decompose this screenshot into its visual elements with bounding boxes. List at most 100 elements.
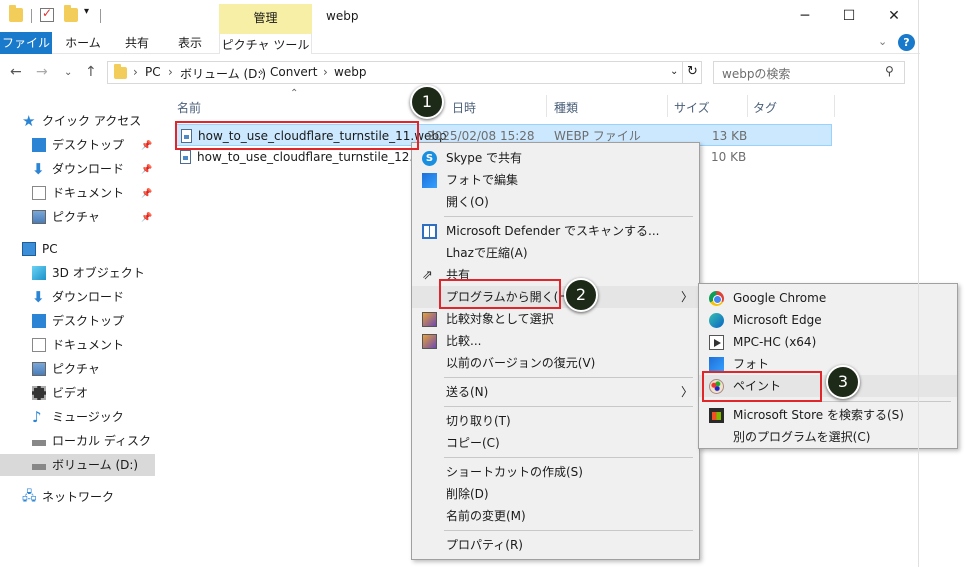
tab-share[interactable]: 共有 xyxy=(114,32,160,54)
help-icon[interactable]: ? xyxy=(898,34,915,51)
menu-item-restore-versions[interactable]: 以前のバージョンの復元(V) xyxy=(412,352,699,374)
search-box[interactable]: webpの検索 ⚲ xyxy=(713,61,905,84)
maximize-icon[interactable]: ☐ xyxy=(839,6,859,26)
webp-file-icon xyxy=(180,150,191,164)
menu-item-lhaz-compress[interactable]: Lhazで圧縮(A) xyxy=(412,242,699,264)
menu-item-cut[interactable]: 切り取り(T) xyxy=(412,410,699,432)
annotation-box xyxy=(439,279,561,309)
search-icon[interactable]: ⚲ xyxy=(885,64,894,78)
nav-quick-downloads[interactable]: ⬇ ダウンロード 📌 xyxy=(0,158,155,180)
context-menu: S Skype で共有 フォトで編集 開く(O) Microsoft Defen… xyxy=(411,142,700,560)
ribbon-tabs: ファイル ホーム 共有 表示 ピクチャ ツール ⌄ xyxy=(0,32,920,54)
menu-item-send-to[interactable]: 送る(N) 〉 xyxy=(412,381,699,403)
tab-file[interactable]: ファイル xyxy=(0,32,52,54)
document-icon xyxy=(32,186,46,200)
music-icon: ♪ xyxy=(32,408,42,426)
column-date[interactable]: 日時 xyxy=(452,99,476,116)
chevron-right-icon[interactable]: › xyxy=(259,65,264,79)
3d-objects-icon xyxy=(32,266,46,280)
new-folder-icon[interactable] xyxy=(64,5,78,22)
pin-icon: 📌 xyxy=(141,189,153,199)
menu-item-edit-photos[interactable]: フォトで編集 xyxy=(412,169,699,191)
menu-item-compare[interactable]: 比較... xyxy=(412,330,699,352)
back-icon[interactable]: ← xyxy=(10,64,22,80)
nav-quick-documents[interactable]: ドキュメント 📌 xyxy=(0,182,155,204)
breadcrumb-volume[interactable]: ボリューム (D:) xyxy=(180,65,266,82)
breadcrumb-webp[interactable]: webp xyxy=(334,65,366,79)
nav-network[interactable]: 🖧 ネットワーク xyxy=(0,486,155,508)
customize-quick-access-icon[interactable]: ▾ xyxy=(84,6,89,17)
pictures-icon xyxy=(32,362,46,376)
address-bar[interactable]: › PC › ボリューム (D:) › Convert › webp ⌄ ↻ xyxy=(107,61,702,84)
menu-item-defender-scan[interactable]: Microsoft Defender でスキャンする... xyxy=(412,220,699,242)
store-icon xyxy=(709,408,724,423)
tab-home[interactable]: ホーム xyxy=(58,32,108,54)
nav-documents[interactable]: ドキュメント xyxy=(0,334,155,356)
expand-ribbon-icon[interactable]: ⌄ xyxy=(878,35,887,48)
skype-icon: S xyxy=(422,151,437,166)
chevron-right-icon[interactable]: › xyxy=(133,65,138,79)
divider xyxy=(444,216,693,217)
forward-icon[interactable]: → xyxy=(36,64,48,80)
video-icon xyxy=(32,386,46,400)
divider xyxy=(31,9,32,23)
column-name[interactable]: 名前 xyxy=(177,99,201,116)
divider xyxy=(100,9,101,23)
tab-picture-tools[interactable]: ピクチャ ツール xyxy=(219,32,312,54)
chevron-right-icon: 〉 xyxy=(680,290,693,304)
nav-desktop[interactable]: デスクトップ xyxy=(0,310,155,332)
column-type[interactable]: 種類 xyxy=(554,99,578,116)
properties-icon[interactable] xyxy=(40,6,54,22)
menu-item-rename[interactable]: 名前の変更(M) xyxy=(412,505,699,527)
menu-item-skype-share[interactable]: S Skype で共有 xyxy=(412,147,699,169)
column-tags[interactable]: タグ xyxy=(753,99,777,116)
menu-item-open[interactable]: 開く(O) xyxy=(412,191,699,213)
pin-icon: 📌 xyxy=(141,165,153,175)
chevron-right-icon: 〉 xyxy=(680,385,693,399)
nav-volume-d[interactable]: ボリューム (D:) xyxy=(0,454,155,476)
menu-item-properties[interactable]: プロパティ(R) xyxy=(412,534,699,556)
pictures-icon xyxy=(32,210,46,224)
recent-locations-icon[interactable]: ⌄ xyxy=(64,67,72,78)
divider xyxy=(444,457,693,458)
nav-local-disk-c[interactable]: ローカル ディスク (C:) xyxy=(0,430,155,470)
up-icon[interactable]: ↑ xyxy=(85,64,97,80)
nav-quick-access[interactable]: ★ クイック アクセス xyxy=(0,110,155,132)
chrome-icon xyxy=(709,291,724,306)
divider xyxy=(682,62,683,83)
column-size[interactable]: サイズ xyxy=(674,99,710,116)
refresh-icon[interactable]: ↻ xyxy=(687,64,698,79)
address-dropdown-icon[interactable]: ⌄ xyxy=(670,66,678,77)
menu-item-create-shortcut[interactable]: ショートカットの作成(S) xyxy=(412,461,699,483)
compare-icon xyxy=(422,312,437,327)
annotation-box xyxy=(175,121,419,150)
divider xyxy=(444,406,693,407)
desktop-icon xyxy=(32,314,46,328)
nav-pc[interactable]: PC xyxy=(0,238,155,260)
nav-downloads[interactable]: ⬇ ダウンロード xyxy=(0,286,155,308)
menu-item-delete[interactable]: 削除(D) xyxy=(412,483,699,505)
network-icon: 🖧 xyxy=(22,489,37,504)
nav-3d-objects[interactable]: 3D オブジェクト xyxy=(0,262,155,284)
divider xyxy=(834,95,835,117)
nav-pictures[interactable]: ピクチャ xyxy=(0,358,155,380)
menu-item-copy[interactable]: コピー(C) xyxy=(412,432,699,454)
nav-quick-desktop[interactable]: デスクトップ 📌 xyxy=(0,134,155,156)
minimize-icon[interactable]: ─ xyxy=(795,6,815,26)
tab-manage[interactable]: 管理 xyxy=(219,4,312,32)
breadcrumb-pc[interactable]: PC xyxy=(145,65,161,79)
breadcrumb-convert[interactable]: Convert xyxy=(270,65,317,79)
chevron-right-icon[interactable]: › xyxy=(323,65,328,79)
tab-view[interactable]: 表示 xyxy=(166,32,214,54)
computer-icon xyxy=(22,242,36,256)
nav-videos[interactable]: ビデオ xyxy=(0,382,155,404)
close-icon[interactable]: ✕ xyxy=(884,6,904,26)
search-input[interactable]: webpの検索 xyxy=(722,65,790,82)
file-size: 13 KB xyxy=(712,129,748,143)
menu-item-select-compare[interactable]: 比較対象として選択 xyxy=(412,308,699,330)
nav-music[interactable]: ♪ ミュージック xyxy=(0,406,155,428)
compare-icon xyxy=(422,334,437,349)
nav-quick-pictures[interactable]: ピクチャ 📌 xyxy=(0,206,155,228)
drive-icon xyxy=(32,440,46,446)
chevron-right-icon[interactable]: › xyxy=(168,65,173,79)
